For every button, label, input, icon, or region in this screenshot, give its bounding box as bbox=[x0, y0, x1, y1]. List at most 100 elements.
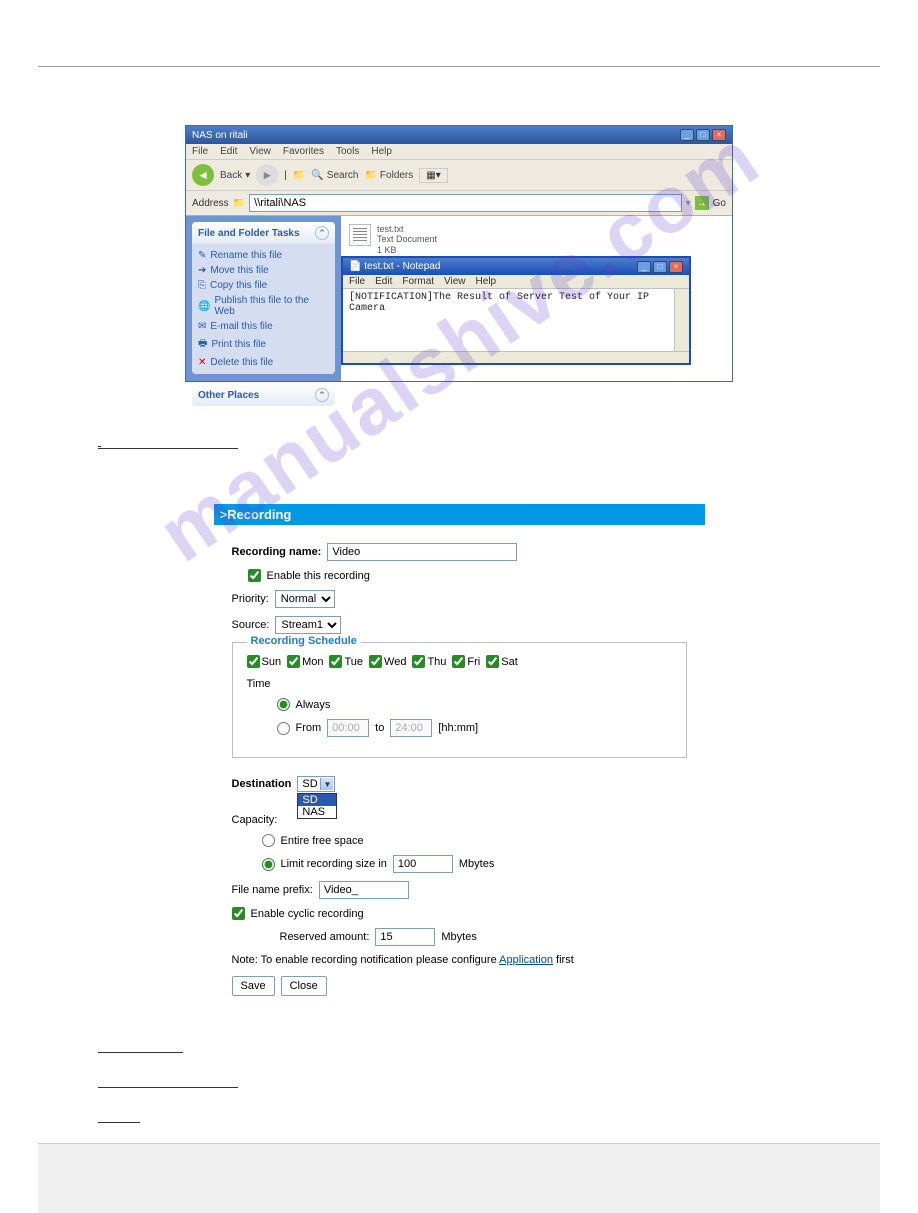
menu-edit[interactable]: Edit bbox=[220, 146, 237, 157]
day-wed[interactable]: Wed bbox=[369, 655, 406, 668]
dest-option-sd[interactable]: SD bbox=[298, 794, 336, 806]
menu-file[interactable]: File bbox=[192, 146, 208, 157]
dropdown-icon[interactable]: ▾ bbox=[686, 198, 691, 209]
day-sun[interactable]: Sun bbox=[247, 655, 282, 668]
source-select[interactable]: Stream1 bbox=[275, 616, 341, 634]
close-icon[interactable]: × bbox=[669, 261, 683, 273]
menu-tools[interactable]: Tools bbox=[336, 146, 359, 157]
time-to-input[interactable] bbox=[390, 719, 432, 737]
enable-recording-checkbox[interactable] bbox=[248, 569, 261, 582]
time-always-radio[interactable] bbox=[277, 698, 290, 711]
maximize-icon[interactable]: □ bbox=[653, 261, 667, 273]
day-sat[interactable]: Sat bbox=[486, 655, 518, 668]
destination-dropdown[interactable]: SD NAS bbox=[297, 793, 337, 819]
cyclic-checkbox[interactable] bbox=[232, 907, 245, 920]
search-icon: 🔍 bbox=[311, 170, 323, 181]
notepad-statusbar bbox=[343, 351, 689, 363]
close-icon[interactable]: × bbox=[712, 129, 726, 141]
source-label: Source: bbox=[232, 619, 270, 631]
explorer-file-pane[interactable]: test.txt Text Document 1 KB 📄 test.txt -… bbox=[341, 216, 732, 381]
day-tue[interactable]: Tue bbox=[329, 655, 363, 668]
notepad-textarea[interactable]: [NOTIFICATION]The Result of Server Test … bbox=[343, 289, 689, 351]
minimize-icon[interactable]: _ bbox=[637, 261, 651, 273]
folder-icon: 📁 bbox=[233, 198, 245, 209]
copy-icon: ⎘ bbox=[198, 280, 206, 291]
tasks-header[interactable]: File and Folder Tasks ⌃ bbox=[192, 222, 335, 244]
go-label[interactable]: Go bbox=[713, 198, 726, 209]
np-menu-file[interactable]: File bbox=[349, 276, 365, 287]
folder-icon: 📁 bbox=[364, 170, 376, 181]
file-item[interactable]: test.txt Text Document 1 KB bbox=[349, 224, 724, 255]
reserved-input[interactable] bbox=[375, 928, 435, 946]
minimize-icon[interactable]: _ bbox=[680, 129, 694, 141]
np-menu-help[interactable]: Help bbox=[476, 276, 497, 287]
np-menu-view[interactable]: View bbox=[444, 276, 466, 287]
explorer-menubar[interactable]: File Edit View Favorites Tools Help bbox=[186, 144, 732, 160]
recording-heading: >Recording bbox=[214, 504, 705, 525]
sidebar-item[interactable]: ✎Rename this file bbox=[198, 248, 329, 263]
time-from-input[interactable] bbox=[327, 719, 369, 737]
go-icon[interactable]: → bbox=[695, 196, 709, 210]
sidebar-item[interactable]: ⎘Copy this file bbox=[198, 278, 329, 293]
time-to-label: to bbox=[375, 722, 384, 734]
search-button[interactable]: 🔍Search bbox=[311, 170, 358, 181]
np-menu-edit[interactable]: Edit bbox=[375, 276, 392, 287]
sidebar-item[interactable]: 🌐Publish this file to the Web bbox=[198, 293, 329, 319]
sidebar-item[interactable]: ✕Delete this file bbox=[198, 355, 329, 370]
file-name: test.txt bbox=[377, 224, 437, 234]
views-icon[interactable]: ▦▾ bbox=[419, 168, 447, 183]
dest-option-nas[interactable]: NAS bbox=[298, 806, 336, 818]
sidebar-item[interactable]: ➔Move this file bbox=[198, 263, 329, 278]
recording-note: Note: To enable recording notification p… bbox=[232, 954, 687, 966]
np-menu-format[interactable]: Format bbox=[402, 276, 434, 287]
email-icon: ✉ bbox=[198, 321, 206, 332]
explorer-titlebar[interactable]: NAS on ritali _ □ × bbox=[186, 126, 732, 144]
sidebar-item[interactable]: 🖶Print this file bbox=[198, 334, 329, 355]
notepad-titlebar[interactable]: 📄 test.txt - Notepad _ □ × bbox=[343, 258, 689, 275]
collapse-icon[interactable]: ⌃ bbox=[315, 388, 329, 402]
schedule-fieldset: Recording Schedule Sun Mon Tue Wed Thu F… bbox=[232, 642, 687, 758]
address-label: Address bbox=[192, 198, 229, 209]
move-icon: ➔ bbox=[198, 265, 206, 276]
menu-help[interactable]: Help bbox=[371, 146, 392, 157]
day-mon[interactable]: Mon bbox=[287, 655, 323, 668]
limit-size-radio[interactable] bbox=[262, 858, 275, 871]
destination-select[interactable]: SD▼ SD NAS bbox=[297, 776, 335, 792]
menu-view[interactable]: View bbox=[249, 146, 271, 157]
back-icon[interactable]: ◄ bbox=[192, 164, 214, 186]
priority-select[interactable]: Normal bbox=[275, 590, 335, 608]
application-link[interactable]: Application bbox=[499, 954, 553, 966]
other-places-header[interactable]: Other Places ⌃ bbox=[192, 384, 335, 406]
save-button[interactable]: Save bbox=[232, 976, 275, 996]
capacity-label: Capacity: bbox=[232, 814, 278, 826]
maximize-icon[interactable]: □ bbox=[696, 129, 710, 141]
folders-button[interactable]: 📁Folders bbox=[364, 170, 413, 181]
up-icon[interactable]: 📁 bbox=[293, 170, 305, 181]
back-button[interactable]: Back ▾ bbox=[220, 170, 250, 181]
limit-size-input[interactable] bbox=[393, 855, 453, 873]
notepad-menubar[interactable]: File Edit Format View Help bbox=[343, 275, 689, 289]
doc-underline-3 bbox=[98, 1075, 238, 1088]
time-always-label: Always bbox=[296, 699, 331, 711]
explorer-toolbar: ◄ Back ▾ ► | 📁 🔍Search 📁Folders ▦▾ bbox=[186, 160, 732, 191]
limit-size-label: Limit recording size in bbox=[281, 858, 387, 870]
day-fri[interactable]: Fri bbox=[452, 655, 480, 668]
rename-icon: ✎ bbox=[198, 250, 206, 261]
doc-underline-4 bbox=[98, 1110, 140, 1123]
entire-space-radio[interactable] bbox=[262, 834, 275, 847]
day-thu[interactable]: Thu bbox=[412, 655, 446, 668]
menu-favorites[interactable]: Favorites bbox=[283, 146, 324, 157]
file-meta: test.txt Text Document 1 KB bbox=[377, 224, 437, 255]
address-input[interactable] bbox=[249, 194, 681, 212]
prefix-input[interactable] bbox=[319, 881, 409, 899]
time-label: Time bbox=[247, 678, 672, 690]
collapse-icon[interactable]: ⌃ bbox=[315, 226, 329, 240]
sidebar-item[interactable]: ✉E-mail this file bbox=[198, 319, 329, 334]
time-from-radio[interactable] bbox=[277, 722, 290, 735]
rec-name-input[interactable] bbox=[327, 543, 517, 561]
time-hint: [hh:mm] bbox=[438, 722, 478, 734]
address-bar: Address 📁 ▾ → Go bbox=[186, 191, 732, 216]
notepad-title: test.txt - Notepad bbox=[364, 261, 440, 272]
close-button[interactable]: Close bbox=[281, 976, 327, 996]
forward-icon[interactable]: ► bbox=[256, 164, 278, 186]
